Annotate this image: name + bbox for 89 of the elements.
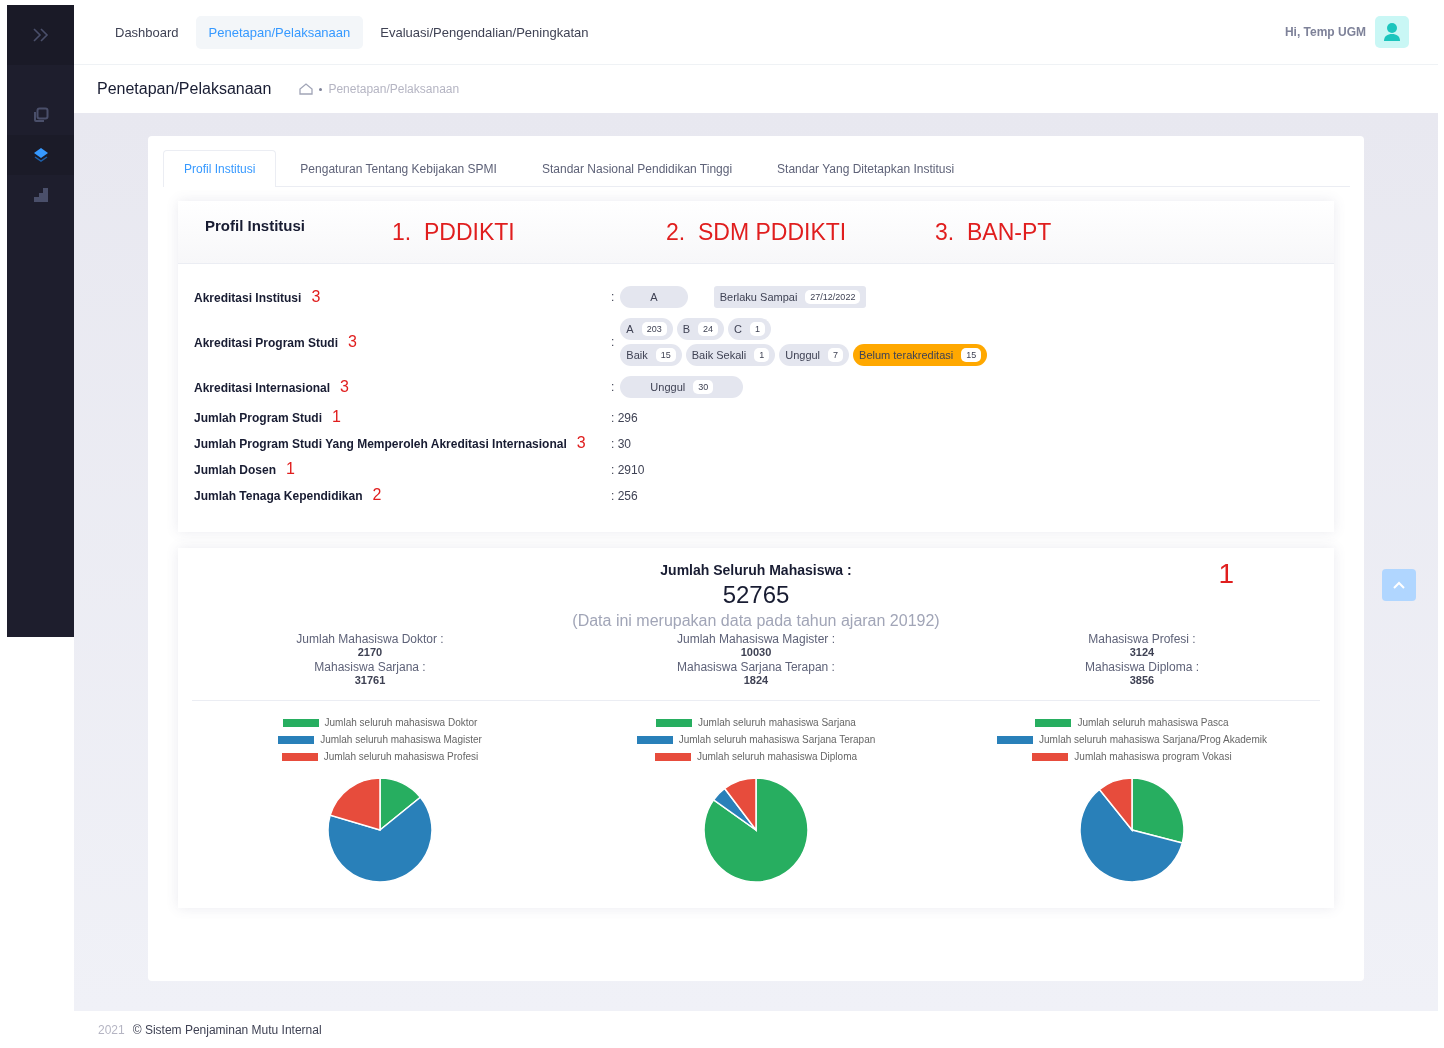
- status-badge: A: [620, 286, 688, 308]
- field-value: : 30: [611, 437, 631, 451]
- home-icon[interactable]: [299, 83, 314, 95]
- legend-label: Jumlah seluruh mahasiswa Pasca: [1077, 717, 1229, 728]
- legend-swatch: [656, 718, 693, 727]
- field-label: Jumlah Tenaga Kependidikan: [194, 489, 363, 503]
- legend-swatch: [278, 735, 315, 744]
- stat-label: Mahasiswa Diploma :: [1084, 660, 1199, 674]
- content-tab[interactable]: Standar Yang Ditetapkan Institusi: [756, 150, 976, 186]
- field-label: Akreditasi Institusi: [194, 291, 302, 305]
- stat-value: 2170: [357, 646, 383, 658]
- page-title: Penetapan/Pelaksanaan: [97, 80, 272, 98]
- legend-label: Jumlah seluruh mahasiswa Sarjana/Prog Akademik: [1039, 734, 1267, 745]
- sidebar-item[interactable]: [7, 135, 74, 175]
- legend-label: Jumlah seluruh mahasiswa Diploma: [696, 751, 858, 762]
- panel-title: Profil Institusi: [205, 216, 306, 234]
- nav-tab[interactable]: Dashboard: [102, 15, 192, 49]
- colon-separator: :: [611, 290, 615, 304]
- annotation-number: 1: [332, 408, 341, 426]
- footer-year: 2021: [98, 1022, 125, 1037]
- user-icon: [1383, 22, 1401, 42]
- copy-icon: [32, 107, 49, 123]
- user-greeting: Hi, Temp UGM: [1284, 25, 1366, 39]
- annotation-text: 2. SDM PDDIKTI: [666, 218, 848, 246]
- field-label: Akreditasi Internasional: [194, 381, 331, 395]
- stat-label: Mahasiswa Profesi :: [1088, 632, 1196, 646]
- annotation-number: 3: [348, 333, 357, 351]
- annotation-number: 2: [372, 486, 382, 504]
- field-label: Akreditasi Program Studi: [194, 336, 339, 350]
- field-value: : 2910: [611, 463, 645, 477]
- colon-separator: :: [611, 380, 615, 394]
- user-avatar[interactable]: [1375, 16, 1409, 48]
- legend-swatch: [1035, 718, 1072, 727]
- annotation-number: 3: [576, 434, 586, 452]
- annotation-text: 3. BAN-PT: [935, 218, 1052, 246]
- stat-value: 1824: [743, 674, 769, 686]
- footer-text: © Sistem Penjaminan Mutu Internal: [132, 1022, 322, 1037]
- stat-title: Jumlah Seluruh Mahasiswa :: [660, 562, 852, 578]
- content-tab[interactable]: Standar Nasional Pendidikan Tinggi: [520, 150, 754, 186]
- stat-label: Jumlah Mahasiswa Doktor :: [296, 632, 444, 646]
- field-value: : 296: [611, 411, 638, 425]
- stat-caption: (Data ini merupakan data pada tahun ajaran 20192): [572, 612, 940, 630]
- status-badge: A 203: [620, 318, 673, 340]
- status-badge: Belum terakreditasi 15: [853, 344, 988, 366]
- stat-label: Mahasiswa Sarjana :: [314, 660, 426, 674]
- content-tab[interactable]: Pengaturan Tentang Kebijakan SPMI: [279, 150, 518, 186]
- legend-swatch: [282, 718, 319, 727]
- legend-label: Jumlah seluruh mahasiswa Sarjana Terapan: [678, 734, 876, 745]
- stat-value: 3124: [1129, 646, 1155, 658]
- field-label: Jumlah Program Studi Yang Memperoleh Akreditasi Internasional: [194, 437, 567, 451]
- legend-swatch: [636, 735, 673, 744]
- stat-value: 10030: [740, 646, 772, 658]
- bar-chart-icon: [32, 188, 49, 202]
- annotation-number: 3: [311, 288, 321, 306]
- legend-label: Jumlah seluruh mahasiswa Magister: [320, 734, 482, 745]
- legend-label: Jumlah seluruh mahasiswa Doktor: [324, 717, 478, 728]
- legend-swatch: [654, 752, 691, 761]
- status-badge: Unggul 7: [779, 344, 850, 366]
- double-chevron-icon[interactable]: [31, 28, 50, 42]
- status-badge: Berlaku Sampai 27/12/2022: [713, 286, 867, 308]
- legend-label: Jumlah mahasiswa program Vokasi: [1074, 751, 1232, 762]
- stat-label: Mahasiswa Sarjana Terapan :: [677, 660, 835, 674]
- stat-value: 3856: [1129, 674, 1155, 686]
- field-label: Jumlah Dosen: [194, 463, 277, 477]
- status-badge: Unggul 30: [620, 376, 744, 398]
- annotation-number: 3: [340, 378, 349, 396]
- field-label: Jumlah Program Studi: [194, 411, 323, 425]
- legend-swatch: [281, 752, 318, 761]
- breadcrumb-dot: [319, 87, 323, 91]
- annotation-number: 1: [1218, 558, 1234, 590]
- status-badge: Baik 15: [620, 344, 682, 366]
- colon-separator: :: [611, 335, 615, 349]
- legend-label: Jumlah seluruh mahasiswa Profesi: [323, 751, 479, 762]
- stat-value: 31761: [354, 674, 386, 686]
- field-value: : 256: [611, 489, 638, 503]
- stat-total: 52765: [722, 581, 790, 609]
- stat-label: Jumlah Mahasiswa Magister :: [676, 632, 836, 646]
- scroll-top-button[interactable]: [1382, 569, 1416, 601]
- legend-swatch: [1032, 752, 1069, 761]
- annotation-number: 1: [286, 460, 295, 478]
- annotation-text: 1. PDDIKTI: [392, 218, 516, 246]
- legend-label: Jumlah seluruh mahasiswa Sarjana: [698, 717, 856, 728]
- layers-icon: [32, 147, 49, 163]
- chevron-up-icon: [1393, 581, 1405, 589]
- nav-tab[interactable]: Evaluasi/Pengendalian/Peningkatan: [367, 15, 602, 49]
- status-badge: C 1: [728, 318, 772, 340]
- status-badge: Baik Sekali 1: [685, 344, 776, 366]
- status-badge: B 24: [676, 318, 725, 340]
- legend-swatch: [997, 735, 1034, 744]
